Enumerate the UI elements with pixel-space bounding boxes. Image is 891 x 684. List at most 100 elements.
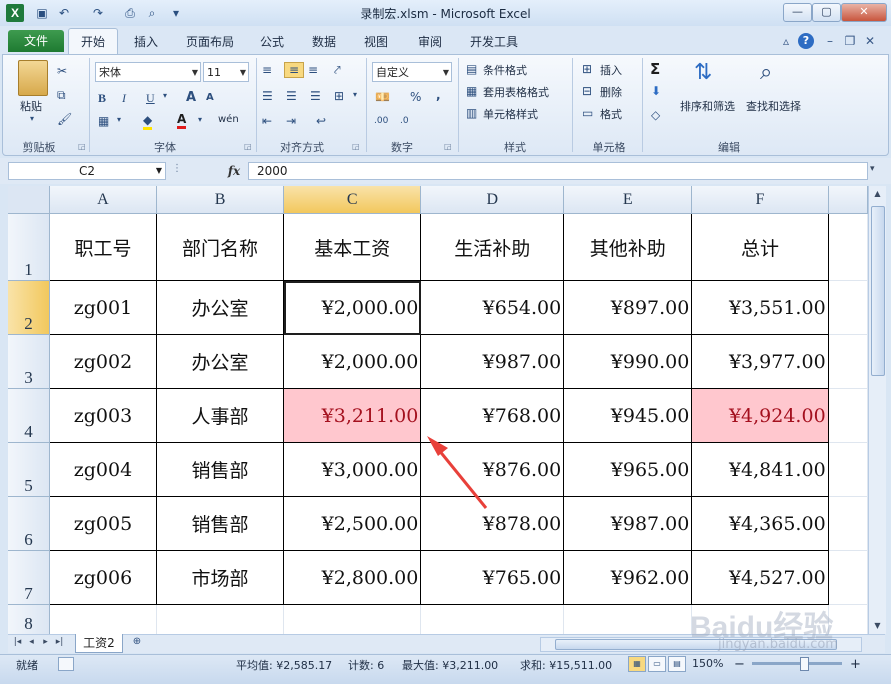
table-cell[interactable]: ¥654.00 — [420, 280, 565, 335]
highlighted-cell[interactable]: ¥4,924.00 — [691, 388, 829, 443]
delete-cells-button[interactable]: 删除 — [600, 84, 622, 100]
borders-icon[interactable]: ▦ — [98, 114, 109, 128]
scroll-down-icon[interactable]: ▼ — [869, 618, 886, 634]
column-header-E[interactable]: E — [563, 186, 693, 214]
tab-review[interactable]: 审阅 — [410, 32, 450, 52]
fill-color-icon[interactable]: ◆ — [143, 113, 153, 130]
table-cell[interactable]: 销售部 — [155, 496, 285, 551]
insert-cells-button[interactable]: 插入 — [600, 62, 622, 78]
paste-icon[interactable] — [18, 60, 48, 96]
table-cell[interactable]: zg002 — [48, 334, 158, 389]
table-cell[interactable]: ¥3,977.00 — [691, 334, 829, 389]
table-cell[interactable]: ¥2,000.00 — [283, 334, 422, 389]
empty-cell[interactable] — [691, 604, 829, 634]
table-cell[interactable]: ¥768.00 — [420, 388, 565, 443]
paste-button[interactable]: 粘贴 — [20, 98, 42, 114]
zoom-level[interactable]: 150% — [692, 657, 723, 670]
table-cell[interactable]: ¥765.00 — [420, 550, 565, 605]
page-break-view-icon[interactable]: ▤ — [668, 656, 686, 672]
row-header[interactable]: 2 — [8, 280, 50, 335]
zoom-slider-thumb[interactable] — [800, 657, 809, 671]
prev-sheet-icon[interactable]: ◂ — [26, 637, 37, 647]
workbook-close-icon[interactable]: ✕ — [862, 33, 878, 49]
close-button[interactable]: ✕ — [841, 3, 887, 22]
grow-font-button[interactable]: A — [186, 90, 196, 105]
clear-icon[interactable]: ◇ — [651, 108, 660, 122]
next-sheet-icon[interactable]: ▸ — [40, 637, 51, 647]
table-cell[interactable]: ¥3,000.00 — [283, 442, 422, 497]
first-sheet-icon[interactable]: |◂ — [12, 637, 23, 647]
table-cell[interactable]: ¥876.00 — [420, 442, 565, 497]
table-cell[interactable]: zg006 — [48, 550, 158, 605]
tab-file[interactable]: 文件 — [8, 30, 64, 52]
increase-indent-icon[interactable]: ⇥ — [286, 114, 296, 128]
table-cell[interactable]: ¥878.00 — [420, 496, 565, 551]
decrease-indent-icon[interactable]: ⇤ — [262, 114, 272, 128]
table-header-cell[interactable]: 总计 — [691, 213, 829, 281]
number-format-select[interactable]: 自定义 ▼ — [372, 62, 452, 82]
align-top-icon[interactable]: ≡ — [262, 63, 272, 77]
column-header-blank[interactable] — [828, 186, 868, 214]
row-header[interactable]: 7 — [8, 550, 50, 605]
empty-cell[interactable] — [828, 334, 868, 389]
table-cell[interactable]: ¥4,841.00 — [691, 442, 829, 497]
table-cell[interactable]: 销售部 — [155, 442, 285, 497]
bold-button[interactable]: B — [98, 91, 106, 106]
align-left-icon[interactable]: ☰ — [262, 89, 273, 103]
increase-decimal-button[interactable]: .00 — [374, 116, 388, 126]
fill-icon[interactable]: ⬇ — [651, 84, 661, 98]
align-right-icon[interactable]: ☰ — [310, 89, 321, 103]
wrap-text-icon[interactable]: ↩ — [316, 114, 326, 128]
last-sheet-icon[interactable]: ▸| — [54, 637, 65, 647]
print-icon[interactable]: ⎙ — [122, 5, 138, 21]
select-all-corner[interactable] — [8, 186, 50, 214]
column-header-C[interactable]: C — [283, 186, 422, 214]
italic-button[interactable]: I — [122, 91, 126, 106]
empty-cell[interactable] — [420, 604, 565, 634]
table-cell[interactable]: 办公室 — [155, 334, 285, 389]
empty-cell[interactable] — [283, 604, 422, 634]
vertical-scrollbar[interactable]: ▲ ▼ — [868, 186, 886, 634]
column-header-B[interactable]: B — [156, 186, 285, 214]
table-cell[interactable]: ¥962.00 — [563, 550, 693, 605]
autosum-button[interactable]: Σ — [650, 60, 660, 78]
workbook-restore-icon[interactable]: ❐ — [842, 33, 858, 49]
table-cell[interactable]: ¥3,551.00 — [691, 280, 829, 335]
font-name-select[interactable]: 宋体 ▼ — [95, 62, 201, 82]
underline-button[interactable]: U — [146, 91, 155, 106]
tab-home[interactable]: 开始 — [68, 28, 118, 55]
table-cell[interactable]: zg003 — [48, 388, 158, 443]
empty-cell[interactable] — [49, 604, 158, 634]
font-size-select[interactable]: 11 ▼ — [203, 62, 249, 82]
tab-data[interactable]: 数据 — [304, 32, 344, 52]
scroll-up-icon[interactable]: ▲ — [869, 186, 886, 202]
empty-cell[interactable] — [828, 604, 868, 634]
redo-icon[interactable]: ↷ — [90, 5, 106, 21]
table-cell[interactable]: ¥2,800.00 — [283, 550, 422, 605]
percent-button[interactable]: % — [410, 90, 421, 104]
borders-dropdown-icon[interactable]: ▾ — [117, 115, 121, 124]
row-header[interactable]: 5 — [8, 442, 50, 497]
table-cell[interactable]: 人事部 — [155, 388, 285, 443]
table-cell[interactable]: ¥987.00 — [563, 496, 693, 551]
table-cell[interactable]: ¥4,365.00 — [691, 496, 829, 551]
macro-record-icon[interactable] — [58, 657, 74, 671]
format-cells-button[interactable]: 格式 — [600, 106, 622, 122]
align-bottom-icon[interactable]: ≡ — [308, 63, 318, 77]
sheet-tab-active[interactable]: 工资2 — [75, 634, 123, 653]
empty-cell[interactable] — [563, 604, 693, 634]
table-header-cell[interactable]: 基本工资 — [283, 213, 422, 281]
row-header[interactable]: 1 — [8, 213, 50, 281]
phonetic-button[interactable]: wén — [218, 114, 239, 125]
table-cell[interactable]: ¥987.00 — [420, 334, 565, 389]
font-color-dropdown-icon[interactable]: ▾ — [198, 115, 202, 124]
merge-center-icon[interactable]: ⊞ — [334, 89, 344, 103]
empty-cell[interactable] — [828, 442, 868, 497]
tab-insert[interactable]: 插入 — [126, 32, 166, 52]
accounting-format-icon[interactable]: 💴 — [375, 90, 390, 104]
empty-cell[interactable] — [828, 280, 868, 335]
underline-dropdown-icon[interactable]: ▾ — [163, 91, 167, 100]
row-header[interactable]: 8 — [8, 604, 50, 634]
print-preview-icon[interactable]: ⌕ — [144, 5, 160, 21]
tab-view[interactable]: 视图 — [356, 32, 396, 52]
